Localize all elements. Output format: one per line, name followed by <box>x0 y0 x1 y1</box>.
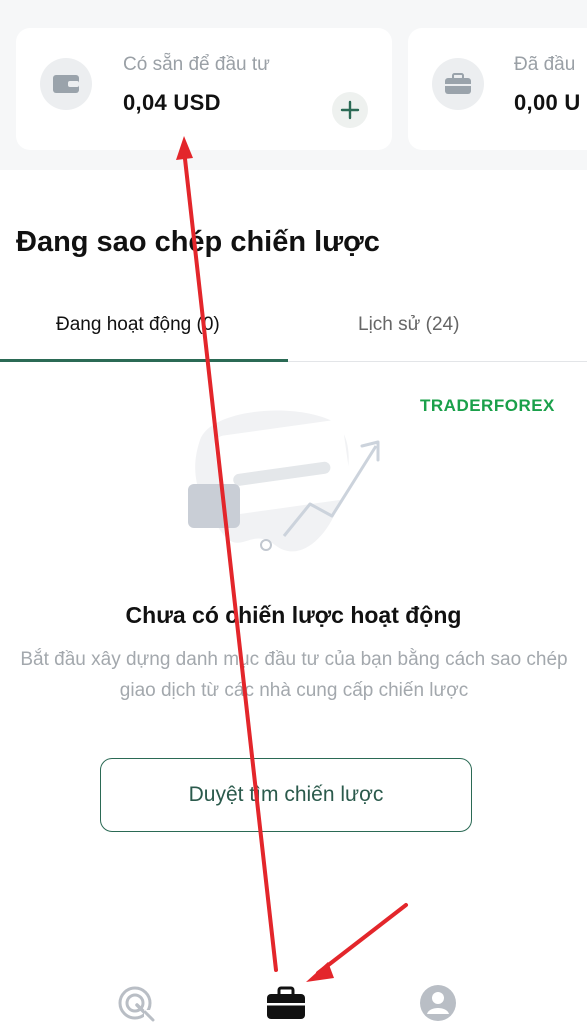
empty-state-description: Bắt đầu xây dựng danh mục đầu tư của bạn… <box>20 649 568 701</box>
nav-profile[interactable] <box>416 982 460 1024</box>
browse-strategies-label: Duyệt tìm chiến lược <box>188 783 384 806</box>
profile-icon <box>420 985 456 1021</box>
tab-history[interactable]: Lịch sử (24) <box>358 314 459 336</box>
wallet-icon <box>40 58 92 110</box>
briefcase-icon <box>432 58 484 110</box>
watermark-logo: TRADERFOREX <box>420 396 555 415</box>
plus-icon <box>340 100 360 120</box>
strategy-target-icon <box>118 986 155 1022</box>
invested-balance-label: Đã đầu <box>514 54 576 75</box>
tab-active-strategies[interactable]: Đang hoạt động (0) <box>56 314 220 336</box>
browse-strategies-button[interactable]: Duyệt tìm chiến lược <box>100 758 472 832</box>
empty-strategy-illustration <box>188 410 380 552</box>
nav-strategies[interactable] <box>114 982 158 1024</box>
available-balance-label: Có sẵn để đầu tư <box>123 54 270 75</box>
empty-state-title: Chưa có chiến lược hoạt động <box>125 602 462 628</box>
add-funds-button[interactable] <box>332 92 368 128</box>
active-tab-indicator <box>0 359 288 362</box>
page-title: Đang sao chép chiến lược <box>16 226 380 258</box>
briefcase-icon <box>267 986 305 1019</box>
invested-balance-value: 0,00 U <box>514 90 581 115</box>
annotation-arrow-nav <box>316 903 408 975</box>
invested-balance-card[interactable]: Đã đầu 0,00 U <box>408 28 587 150</box>
annotation-arrowhead-nav <box>306 962 334 982</box>
available-balance-value: 0,04 USD <box>123 90 221 115</box>
available-balance-card[interactable]: Có sẵn để đầu tư 0,04 USD <box>16 28 392 150</box>
nav-portfolio[interactable] <box>264 982 308 1024</box>
